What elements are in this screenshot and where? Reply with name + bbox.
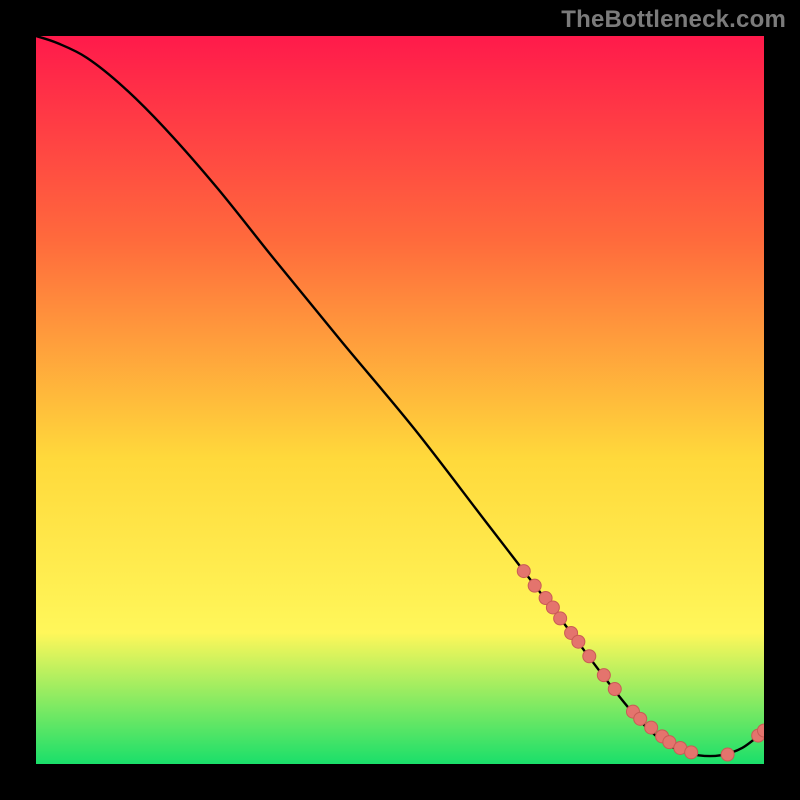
- data-marker: [645, 721, 658, 734]
- data-marker: [572, 635, 585, 648]
- data-marker: [685, 746, 698, 759]
- watermark-text: TheBottleneck.com: [561, 6, 786, 34]
- data-marker: [634, 712, 647, 725]
- data-marker: [583, 650, 596, 663]
- data-marker: [597, 669, 610, 682]
- data-marker: [528, 579, 541, 592]
- data-marker: [517, 565, 530, 578]
- data-marker: [554, 612, 567, 625]
- data-marker: [721, 748, 734, 761]
- gradient-background: [36, 36, 764, 764]
- plot-svg: [36, 36, 764, 764]
- chart-stage: TheBottleneck.com: [0, 0, 800, 800]
- plot-area: [36, 36, 764, 764]
- data-marker: [608, 683, 621, 696]
